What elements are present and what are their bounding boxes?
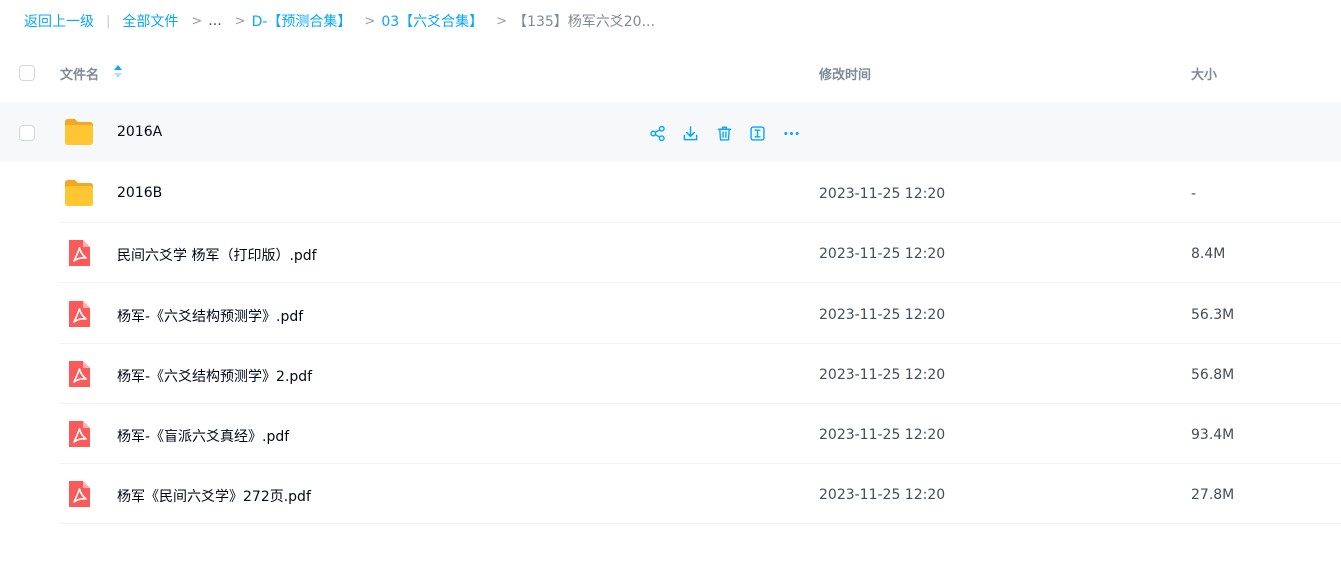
breadcrumb-arrow-icon: >	[191, 13, 203, 29]
file-modified: 2023-11-25 12:20	[819, 367, 946, 383]
file-browser: 返回上一级 | 全部文件 > ... > D-【预测合集】 > 03【六爻合集】…	[0, 0, 1341, 575]
delete-icon[interactable]	[715, 124, 733, 142]
folder-icon	[65, 180, 93, 206]
file-name[interactable]: 杨军-《六爻结构预测学》.pdf	[117, 306, 303, 326]
file-name[interactable]: 杨军-《六爻结构预测学》2.pdf	[117, 366, 312, 386]
pdf-icon	[69, 481, 90, 507]
breadcrumb-arrow-icon: >	[364, 13, 376, 29]
file-modified: 2023-11-25 12:20	[819, 246, 946, 262]
file-size: 56.3M	[1191, 307, 1235, 323]
breadcrumb-level2[interactable]: 03【六爻合集】	[381, 11, 483, 31]
file-modified: 2023-11-25 12:20	[819, 186, 946, 202]
breadcrumb-current: 【135】杨军六爻20...	[513, 14, 655, 30]
pdf-icon	[69, 361, 90, 387]
header-name[interactable]: 文件名	[60, 64, 99, 83]
download-icon[interactable]	[682, 124, 700, 142]
row-checkbox[interactable]	[19, 125, 35, 141]
rename-icon[interactable]	[749, 124, 767, 142]
header-modified[interactable]: 修改时间	[819, 64, 871, 83]
file-modified: 2023-11-25 12:20	[819, 487, 946, 503]
breadcrumb: 返回上一级 | 全部文件 > ... > D-【预测合集】 > 03【六爻合集】…	[24, 12, 655, 30]
table-header: 文件名 修改时间 大小	[0, 50, 1341, 94]
file-size: 56.8M	[1191, 367, 1235, 383]
breadcrumb-arrow-icon: >	[234, 13, 246, 29]
table-row[interactable]: 2016B 2023-11-25 12:20 -	[0, 163, 1341, 223]
row-divider	[60, 523, 1341, 524]
breadcrumb-divider: |	[106, 13, 111, 29]
breadcrumb-arrow-icon: >	[496, 13, 508, 29]
row-divider	[60, 282, 1341, 283]
file-size: -	[1191, 186, 1197, 202]
share-icon[interactable]	[648, 124, 666, 142]
table-row[interactable]: 杨军-《盲派六爻真经》.pdf 2023-11-25 12:20 93.4M	[0, 404, 1341, 464]
header-size[interactable]: 大小	[1191, 64, 1217, 83]
row-actions	[648, 124, 816, 142]
breadcrumb-ellipsis[interactable]: ...	[208, 13, 221, 29]
file-name[interactable]: 2016A	[117, 124, 162, 140]
pdf-icon	[69, 240, 90, 266]
file-name[interactable]: 杨军《民间六爻学》272页.pdf	[117, 486, 311, 506]
file-size: 27.8M	[1191, 487, 1235, 503]
file-name[interactable]: 民间六爻学 杨军（打印版）.pdf	[117, 245, 317, 265]
breadcrumb-level1[interactable]: D-【预测合集】	[252, 11, 352, 31]
select-all-checkbox[interactable]	[19, 65, 35, 81]
table-row[interactable]: 杨军《民间六爻学》272页.pdf 2023-11-25 12:20 27.8M	[0, 464, 1341, 524]
file-modified: 2023-11-25 12:20	[819, 427, 946, 443]
file-name[interactable]: 杨军-《盲派六爻真经》.pdf	[117, 426, 289, 446]
file-name[interactable]: 2016B	[117, 185, 162, 201]
folder-icon	[65, 119, 93, 145]
file-size: 8.4M	[1191, 246, 1226, 262]
pdf-icon	[69, 421, 90, 447]
file-modified: 2023-11-25 12:20	[819, 307, 946, 323]
pdf-icon	[69, 301, 90, 327]
back-link[interactable]: 返回上一级	[24, 11, 94, 31]
file-size: 93.4M	[1191, 427, 1235, 443]
table-row[interactable]: 杨军-《六爻结构预测学》.pdf 2023-11-25 12:20 56.3M	[0, 284, 1341, 344]
table-row[interactable]: 民间六爻学 杨军（打印版）.pdf 2023-11-25 12:20 8.4M	[0, 223, 1341, 283]
table-row[interactable]: 2016A	[0, 102, 1341, 162]
table-row[interactable]: 杨军-《六爻结构预测学》2.pdf 2023-11-25 12:20 56.8M	[0, 344, 1341, 404]
more-icon[interactable]	[782, 124, 800, 142]
breadcrumb-all-files[interactable]: 全部文件	[122, 11, 178, 31]
sort-icon[interactable]	[113, 64, 123, 80]
